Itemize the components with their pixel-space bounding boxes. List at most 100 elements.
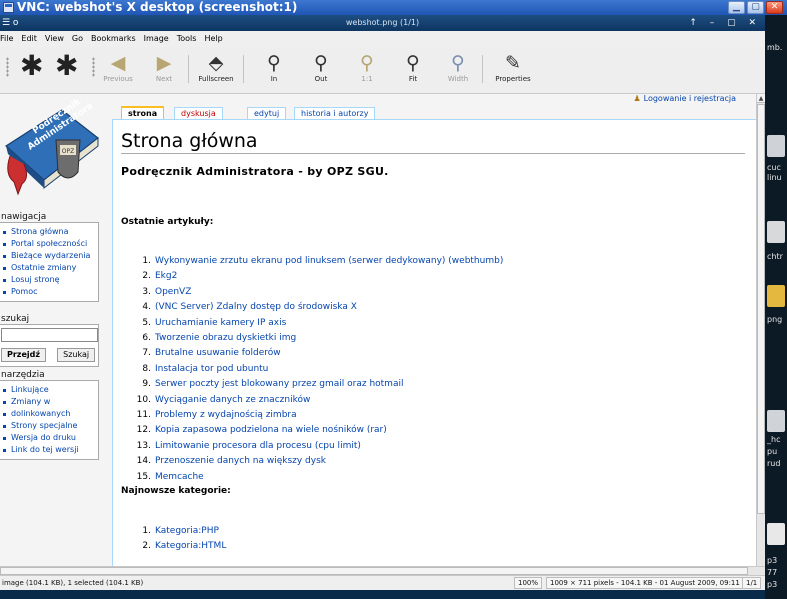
zoom-out-button[interactable]: ⚲ Out bbox=[301, 51, 341, 83]
recent-categories-list: 1. Kategoria:PHP 2. Kategoria:HTML bbox=[130, 524, 226, 555]
desktop-folder-icon[interactable] bbox=[767, 285, 785, 307]
maximize-button[interactable]: ▢ bbox=[747, 1, 764, 14]
category-link[interactable]: Kategoria:PHP bbox=[155, 526, 219, 536]
tool-link-related-changes[interactable]: Zmiany w bbox=[2, 396, 94, 408]
fullscreen-button[interactable]: ⬘ Fullscreen bbox=[196, 51, 236, 83]
recent-articles-list: 1. Wykonywanie zrzutu ekranu pod linuksem… bbox=[130, 254, 504, 485]
menu-image[interactable]: Image bbox=[144, 31, 169, 47]
desktop-file-icon[interactable] bbox=[767, 221, 785, 243]
tool-link-permanent-link[interactable]: Link do tej wersji bbox=[2, 444, 94, 456]
properties-label: Properties bbox=[495, 75, 531, 83]
search-heading: szukaj bbox=[1, 314, 30, 324]
recent-article-link[interactable]: Problemy z wydajnością zimbra bbox=[155, 410, 297, 420]
desktop-label: p3 bbox=[767, 556, 778, 565]
recent-article-link[interactable]: Ekg2 bbox=[155, 271, 177, 281]
recent-article-item: 3. OpenVZ bbox=[130, 285, 503, 300]
menu-tools[interactable]: Tools bbox=[177, 31, 197, 47]
fullscreen-label: Fullscreen bbox=[198, 75, 234, 83]
horizontal-scroll-thumb[interactable] bbox=[0, 567, 748, 575]
zoom-fit-button[interactable]: ⚲ Fit bbox=[393, 51, 433, 83]
desktop-background: mb. cuc linu chtr png _hc pu rud p3 77 p… bbox=[765, 15, 787, 599]
login-link[interactable]: ♟ Logowanie i rejestracja bbox=[633, 94, 736, 104]
recent-article-link[interactable]: Wyciąganie danych ze znaczników bbox=[155, 395, 310, 405]
title-divider bbox=[121, 153, 745, 154]
recent-article-link[interactable]: (VNC Server) Zdalny dostęp do środowiska… bbox=[155, 302, 357, 312]
window-menu-icon[interactable]: ☰ o bbox=[2, 18, 18, 28]
category-link[interactable]: Kategoria:HTML bbox=[155, 541, 226, 551]
minimize-button[interactable]: ▁ bbox=[728, 1, 745, 14]
tool-link-related-changes-cont[interactable]: dolinkowanych bbox=[2, 408, 94, 420]
desktop-file-icon[interactable] bbox=[767, 523, 785, 545]
toolbar-grip[interactable] bbox=[6, 57, 9, 77]
toolbar-separator bbox=[188, 55, 189, 83]
toolbar-grip-2[interactable] bbox=[92, 57, 95, 77]
arrow-right-icon: ▶ bbox=[156, 52, 172, 74]
nav-link-recent-changes[interactable]: Ostatnie zmiany bbox=[2, 262, 94, 274]
scroll-up-icon[interactable]: ▲ bbox=[757, 94, 765, 103]
recent-article-item: 11. Problemy z wydajnością zimbra bbox=[130, 408, 503, 423]
recent-articles-heading: Ostatnie artykuły: bbox=[121, 217, 214, 227]
zoom-width-icon: ⚲ bbox=[451, 52, 465, 74]
recent-article-link[interactable]: Limitowanie procesora dla procesu (cpu l… bbox=[155, 441, 361, 451]
recent-article-number: 7. bbox=[142, 348, 151, 359]
taskbar-strip bbox=[0, 590, 765, 599]
tool-link-printable[interactable]: Wersja do druku bbox=[2, 432, 94, 444]
viewer-window-controls[interactable]: ↑ – ▢ ✕ bbox=[689, 15, 761, 31]
menu-file[interactable]: File bbox=[0, 31, 13, 47]
recent-article-link[interactable]: Uruchamianie kamery IP axis bbox=[155, 318, 286, 328]
go-button[interactable]: Przejdź bbox=[1, 348, 47, 362]
tool-link-what-links-here[interactable]: Linkujące bbox=[2, 384, 94, 396]
vnc-window-title: VNC: webshot's X desktop (screenshot:1) bbox=[17, 0, 298, 14]
next-button[interactable]: ▶ Next bbox=[144, 51, 184, 83]
nav-link-current-events[interactable]: Bieżące wydarzenia bbox=[2, 250, 94, 262]
tool-link-special-pages[interactable]: Strony specjalne bbox=[2, 420, 94, 432]
nav-link-random-page[interactable]: Losuj stronę bbox=[2, 274, 94, 286]
previous-button[interactable]: ◀ Previous bbox=[98, 51, 138, 83]
menu-edit[interactable]: Edit bbox=[21, 31, 37, 47]
desktop-label: png bbox=[767, 315, 783, 324]
desktop-label: 77 bbox=[767, 568, 778, 577]
menu-help[interactable]: Help bbox=[204, 31, 222, 47]
wiki-logo[interactable]: OPZ Podręcznik Administratora bbox=[0, 98, 112, 206]
previous-label: Previous bbox=[103, 75, 133, 83]
recent-article-link[interactable]: Serwer poczty jest blokowany przez gmail… bbox=[155, 379, 403, 389]
recent-article-link[interactable]: Przenoszenie danych na większy dysk bbox=[155, 456, 326, 466]
menu-view[interactable]: View bbox=[45, 31, 64, 47]
category-item: 2. Kategoria:HTML bbox=[130, 539, 226, 554]
vnc-title-bar[interactable]: VNC: webshot's X desktop (screenshot:1) … bbox=[0, 0, 787, 15]
vertical-scroll-thumb[interactable] bbox=[757, 104, 765, 514]
gear-icon-2[interactable]: ✱ bbox=[55, 51, 78, 81]
zoom-in-label: In bbox=[270, 75, 278, 83]
search-portlet: szukaj Przejdź Szukaj bbox=[0, 314, 99, 367]
recent-article-item: 5. Uruchamianie kamery IP axis bbox=[130, 316, 503, 331]
vnc-window-icon[interactable] bbox=[3, 2, 14, 13]
recent-article-link[interactable]: Tworzenie obrazu dyskietki img bbox=[155, 333, 296, 343]
recent-article-link[interactable]: Brutalne usuwanie folderów bbox=[155, 348, 281, 358]
recent-article-link[interactable]: OpenVZ bbox=[155, 287, 191, 297]
image-view[interactable]: OPZ Podręcznik Administratora nawigacja … bbox=[0, 94, 756, 566]
recent-article-link[interactable]: Instalacja tor pod ubuntu bbox=[155, 364, 268, 374]
desktop-file-icon[interactable] bbox=[767, 135, 785, 157]
desktop-file-icon[interactable] bbox=[767, 410, 785, 432]
viewer-title-bar[interactable]: ☰ o webshot.png (1/1) ↑ – ▢ ✕ bbox=[0, 15, 765, 31]
nav-link-community-portal[interactable]: Portal społeczności bbox=[2, 238, 94, 250]
nav-link-main-page[interactable]: Strona główna bbox=[2, 226, 94, 238]
recent-article-link[interactable]: Wykonywanie zrzutu ekranu pod linuksem (… bbox=[155, 256, 503, 266]
zoom-one-to-one-button[interactable]: ⚲ 1:1 bbox=[347, 51, 387, 83]
horizontal-scrollbar[interactable] bbox=[0, 566, 765, 575]
recent-article-link[interactable]: Memcache bbox=[155, 472, 204, 482]
menu-bookmarks[interactable]: Bookmarks bbox=[91, 31, 136, 47]
recent-article-item: 2. Ekg2 bbox=[130, 269, 503, 284]
search-input[interactable] bbox=[1, 328, 98, 342]
tab-article[interactable]: strona bbox=[121, 106, 165, 119]
menu-go[interactable]: Go bbox=[72, 31, 83, 47]
search-button[interactable]: Szukaj bbox=[57, 348, 96, 362]
zoom-in-button[interactable]: ⚲ In bbox=[254, 51, 294, 83]
recent-article-link[interactable]: Kopia zapasowa podzielona na wiele nośni… bbox=[155, 425, 387, 435]
zoom-width-button[interactable]: ⚲ Width bbox=[438, 51, 478, 83]
close-button[interactable]: ✕ bbox=[766, 1, 783, 14]
vertical-scrollbar[interactable]: ▲ bbox=[756, 94, 765, 566]
nav-link-help[interactable]: Pomoc bbox=[2, 286, 94, 298]
gear-icon[interactable]: ✱ bbox=[20, 51, 43, 81]
properties-button[interactable]: ✎ Properties bbox=[493, 51, 533, 83]
